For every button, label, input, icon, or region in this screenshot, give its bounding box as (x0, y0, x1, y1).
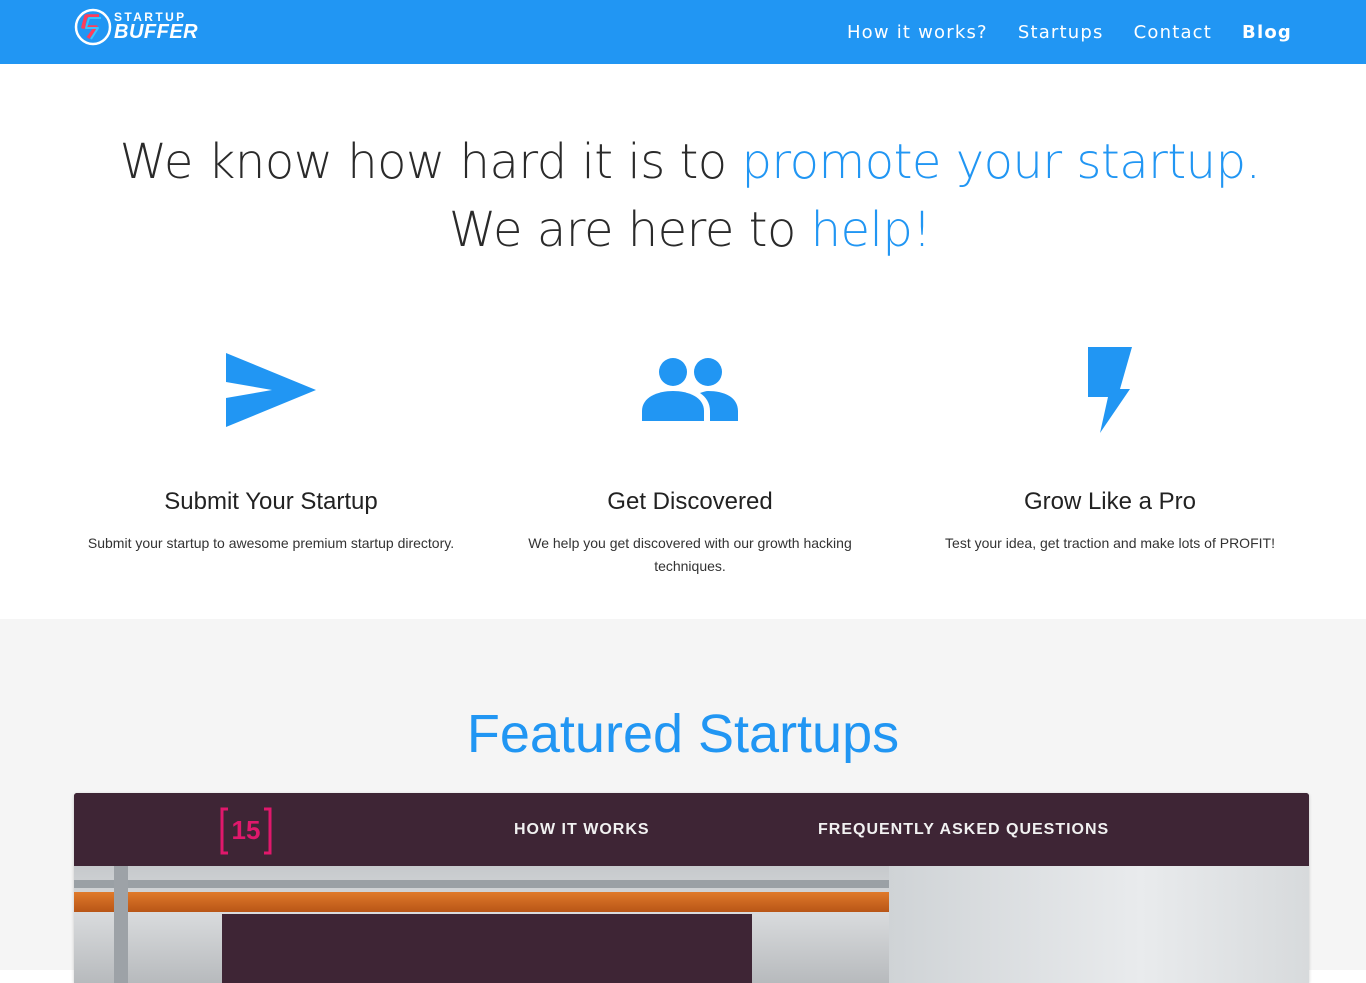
feature-text: We help you get discovered with our grow… (528, 535, 852, 574)
nav-link-contact[interactable]: Contact (1134, 22, 1212, 43)
preview-logo-text: 15 (231, 815, 261, 845)
featured-heading: Featured Startups (466, 704, 900, 764)
preview-link-faq: FREQUENTLY ASKED QUESTIONS (818, 821, 1110, 838)
people-icon (475, 340, 905, 440)
hero-text-part1: We know how hard it is to (119, 134, 742, 190)
feature-text: Test your idea, get traction and make lo… (945, 535, 1275, 551)
startup-preview-card[interactable]: 15 HOW IT WORKS FREQUENTLY ASKED QUESTIO… (74, 793, 1309, 983)
preview-navbar: 15 HOW IT WORKS FREQUENTLY ASKED QUESTIO… (74, 793, 1309, 866)
featured-startups-section: Featured Startups 15 HOW IT WORKS FREQUE… (0, 619, 1366, 983)
nav-link-blog[interactable]: Blog (1242, 22, 1292, 43)
feature-submit: Submit Your Startup Submit your startup … (56, 340, 486, 555)
preview-logo: 15 (220, 807, 272, 855)
send-icon (56, 340, 486, 440)
feature-title: Get Discovered (607, 488, 773, 515)
logo-mark-icon (74, 8, 112, 46)
hero-text-accent2: help! (810, 202, 932, 258)
main-nav: How it works? Startups Contact Blog (817, 0, 1292, 64)
preview-hero-image (74, 866, 1309, 983)
hero-text-accent1: promote your startup. (741, 134, 1261, 190)
hero-text-part2: We are here to (448, 202, 811, 258)
feature-grow: Grow Like a Pro Test your idea, get trac… (895, 340, 1325, 555)
feature-title: Grow Like a Pro (1023, 488, 1197, 515)
feature-title: Submit Your Startup (164, 488, 378, 515)
top-navbar: STARTUP BUFFER How it works? Startups Co… (0, 0, 1366, 64)
lightning-icon (895, 340, 1325, 440)
feature-discover: Get Discovered We help you get discovere… (475, 340, 905, 578)
feature-text: Submit your startup to awesome premium s… (87, 535, 455, 551)
preview-link-how-it-works: HOW IT WORKS (514, 821, 650, 838)
startup-buffer-logo[interactable]: STARTUP BUFFER (74, 7, 198, 47)
hero-headline: We know how hard it is to promote your s… (80, 128, 1300, 264)
nav-link-startups[interactable]: Startups (1018, 22, 1104, 43)
nav-link-how-it-works[interactable]: How it works? (847, 22, 988, 43)
logo-text-bottom: BUFFER (114, 21, 199, 43)
